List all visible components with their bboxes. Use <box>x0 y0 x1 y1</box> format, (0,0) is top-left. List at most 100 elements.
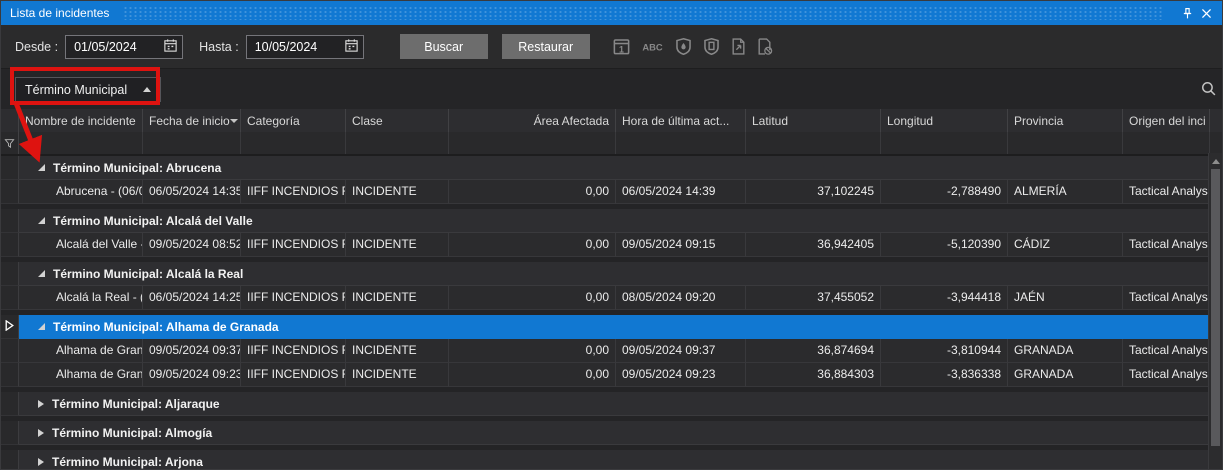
table-cell[interactable]: 0,00 <box>449 180 616 204</box>
table-cell[interactable]: 0,00 <box>449 233 616 257</box>
table-row[interactable]: Alcalá la Real - (06...06/05/2024 14:25I… <box>1 286 1210 310</box>
table-cell[interactable]: 09/05/2024 09:15 <box>616 233 746 257</box>
table-cell[interactable]: Tactical Analys <box>1123 180 1210 204</box>
column-header[interactable]: Latitud <box>746 109 881 132</box>
groupby-chip-termino-municipal[interactable]: Término Municipal <box>15 77 161 102</box>
table-cell[interactable]: 36,884303 <box>746 363 881 387</box>
table-cell[interactable]: -3,836338 <box>881 363 1008 387</box>
group-collapsed-icon[interactable] <box>38 400 44 408</box>
table-cell[interactable]: Tactical Analys <box>1123 286 1210 310</box>
shield-box-icon[interactable] <box>702 37 721 56</box>
table-cell[interactable]: 0,00 <box>449 363 616 387</box>
table-cell[interactable]: INCIDENTE <box>346 233 449 257</box>
group-row[interactable]: Término Municipal: Abrucena <box>1 156 1210 180</box>
table-cell[interactable]: 09/05/2024 09:37 <box>143 339 241 363</box>
table-cell[interactable]: 36,874694 <box>746 339 881 363</box>
pin-icon[interactable] <box>1178 4 1197 23</box>
table-cell[interactable]: 0,00 <box>449 286 616 310</box>
group-expanded-icon[interactable] <box>38 323 45 330</box>
group-row[interactable]: Término Municipal: Alhama de Granada <box>1 315 1210 339</box>
table-cell[interactable]: -3,944418 <box>881 286 1008 310</box>
table-cell[interactable]: 0,00 <box>449 339 616 363</box>
column-header[interactable]: Origen del inci <box>1123 109 1210 132</box>
table-cell[interactable]: 09/05/2024 09:23 <box>143 363 241 387</box>
column-header[interactable]: Fecha de inicio <box>143 109 241 132</box>
table-cell[interactable]: 37,102245 <box>746 180 881 204</box>
scroll-up-icon[interactable] <box>1212 159 1220 164</box>
table-cell[interactable]: IIFF INCENDIOS F... <box>241 363 346 387</box>
table-cell[interactable]: 06/05/2024 14:35 <box>143 180 241 204</box>
filter-cell[interactable] <box>241 132 346 154</box>
calendar-icon[interactable] <box>163 38 178 56</box>
table-cell[interactable]: 08/05/2024 09:20 <box>616 286 746 310</box>
table-cell[interactable]: Tactical Analys <box>1123 233 1210 257</box>
table-cell[interactable]: Alcalá del Valle - (0... <box>19 233 143 257</box>
table-cell[interactable]: INCIDENTE <box>346 180 449 204</box>
group-row[interactable]: Término Municipal: Almogía <box>1 421 1210 445</box>
group-expanded-icon[interactable] <box>38 164 45 171</box>
filter-cell[interactable] <box>1123 132 1210 154</box>
table-cell[interactable]: 06/05/2024 14:25 <box>143 286 241 310</box>
filter-cell[interactable] <box>143 132 241 154</box>
desde-date-input[interactable]: 01/05/2024 <box>65 35 183 59</box>
table-cell[interactable]: JAÉN <box>1008 286 1123 310</box>
table-cell[interactable]: INCIDENTE <box>346 339 449 363</box>
table-cell[interactable]: IIFF INCENDIOS F... <box>241 286 346 310</box>
table-cell[interactable]: -5,120390 <box>881 233 1008 257</box>
table-cell[interactable]: GRANADA <box>1008 363 1123 387</box>
restaurar-button[interactable]: Restaurar <box>502 34 590 59</box>
hasta-date-input[interactable]: 10/05/2024 <box>246 35 364 59</box>
table-row[interactable]: Alhama de Granad...09/05/2024 09:37IIFF … <box>1 339 1210 363</box>
table-cell[interactable]: 09/05/2024 09:23 <box>616 363 746 387</box>
file-export-icon[interactable] <box>730 37 747 56</box>
column-header[interactable]: Longitud <box>881 109 1008 132</box>
abc-labels-icon[interactable]: ABC <box>640 37 665 56</box>
table-cell[interactable]: IIFF INCENDIOS F... <box>241 339 346 363</box>
group-collapsed-icon[interactable] <box>38 458 44 466</box>
column-header[interactable]: Nombre de incidente <box>19 109 143 132</box>
shield-drop-icon[interactable] <box>674 37 693 56</box>
group-row[interactable]: Término Municipal: Aljaraque <box>1 392 1210 416</box>
table-cell[interactable]: Abrucena - (06/05... <box>19 180 143 204</box>
group-expanded-icon[interactable] <box>38 270 45 277</box>
table-cell[interactable]: GRANADA <box>1008 339 1123 363</box>
group-row[interactable]: Término Municipal: Arjona <box>1 450 1210 470</box>
column-header[interactable]: Área Afectada <box>449 109 616 132</box>
table-cell[interactable]: CÁDIZ <box>1008 233 1123 257</box>
table-cell[interactable]: IIFF INCENDIOS F... <box>241 180 346 204</box>
buscar-button[interactable]: Buscar <box>400 34 488 59</box>
table-cell[interactable]: Tactical Analys <box>1123 363 1210 387</box>
table-cell[interactable]: 36,942405 <box>746 233 881 257</box>
filter-cell[interactable] <box>746 132 881 154</box>
filter-cell[interactable] <box>449 132 616 154</box>
table-cell[interactable]: IIFF INCENDIOS F... <box>241 233 346 257</box>
table-cell[interactable]: -2,788490 <box>881 180 1008 204</box>
table-row[interactable]: Alhama de Granad...09/05/2024 09:23IIFF … <box>1 363 1210 387</box>
close-icon[interactable] <box>1197 4 1216 23</box>
table-cell[interactable]: 09/05/2024 08:52 <box>143 233 241 257</box>
group-row[interactable]: Término Municipal: Alcalá la Real <box>1 262 1210 286</box>
table-cell[interactable]: Tactical Analys <box>1123 339 1210 363</box>
table-cell[interactable]: ALMERÍA <box>1008 180 1123 204</box>
column-header[interactable]: Categoría <box>241 109 346 132</box>
column-header[interactable]: Provincia <box>1008 109 1123 132</box>
search-icon[interactable] <box>1200 80 1217 97</box>
table-row[interactable]: Alcalá del Valle - (0...09/05/2024 08:52… <box>1 233 1210 257</box>
vertical-scrollbar[interactable] <box>1208 153 1222 470</box>
column-header[interactable]: Clase <box>346 109 449 132</box>
file-blocked-icon[interactable] <box>756 37 773 56</box>
filter-icon[interactable] <box>1 132 19 154</box>
filter-cell[interactable] <box>19 132 143 154</box>
filter-cell[interactable] <box>881 132 1008 154</box>
table-cell[interactable]: 37,455052 <box>746 286 881 310</box>
table-cell[interactable]: 06/05/2024 14:39 <box>616 180 746 204</box>
group-collapsed-icon[interactable] <box>38 429 44 437</box>
table-cell[interactable]: INCIDENTE <box>346 286 449 310</box>
table-cell[interactable]: Alcalá la Real - (06... <box>19 286 143 310</box>
scrollbar-thumb[interactable] <box>1211 169 1220 446</box>
group-expanded-icon[interactable] <box>38 217 45 224</box>
table-row[interactable]: Abrucena - (06/05...06/05/2024 14:35IIFF… <box>1 180 1210 204</box>
table-cell[interactable]: Alhama de Granad... <box>19 363 143 387</box>
filter-cell[interactable] <box>616 132 746 154</box>
filter-cell[interactable] <box>1008 132 1123 154</box>
